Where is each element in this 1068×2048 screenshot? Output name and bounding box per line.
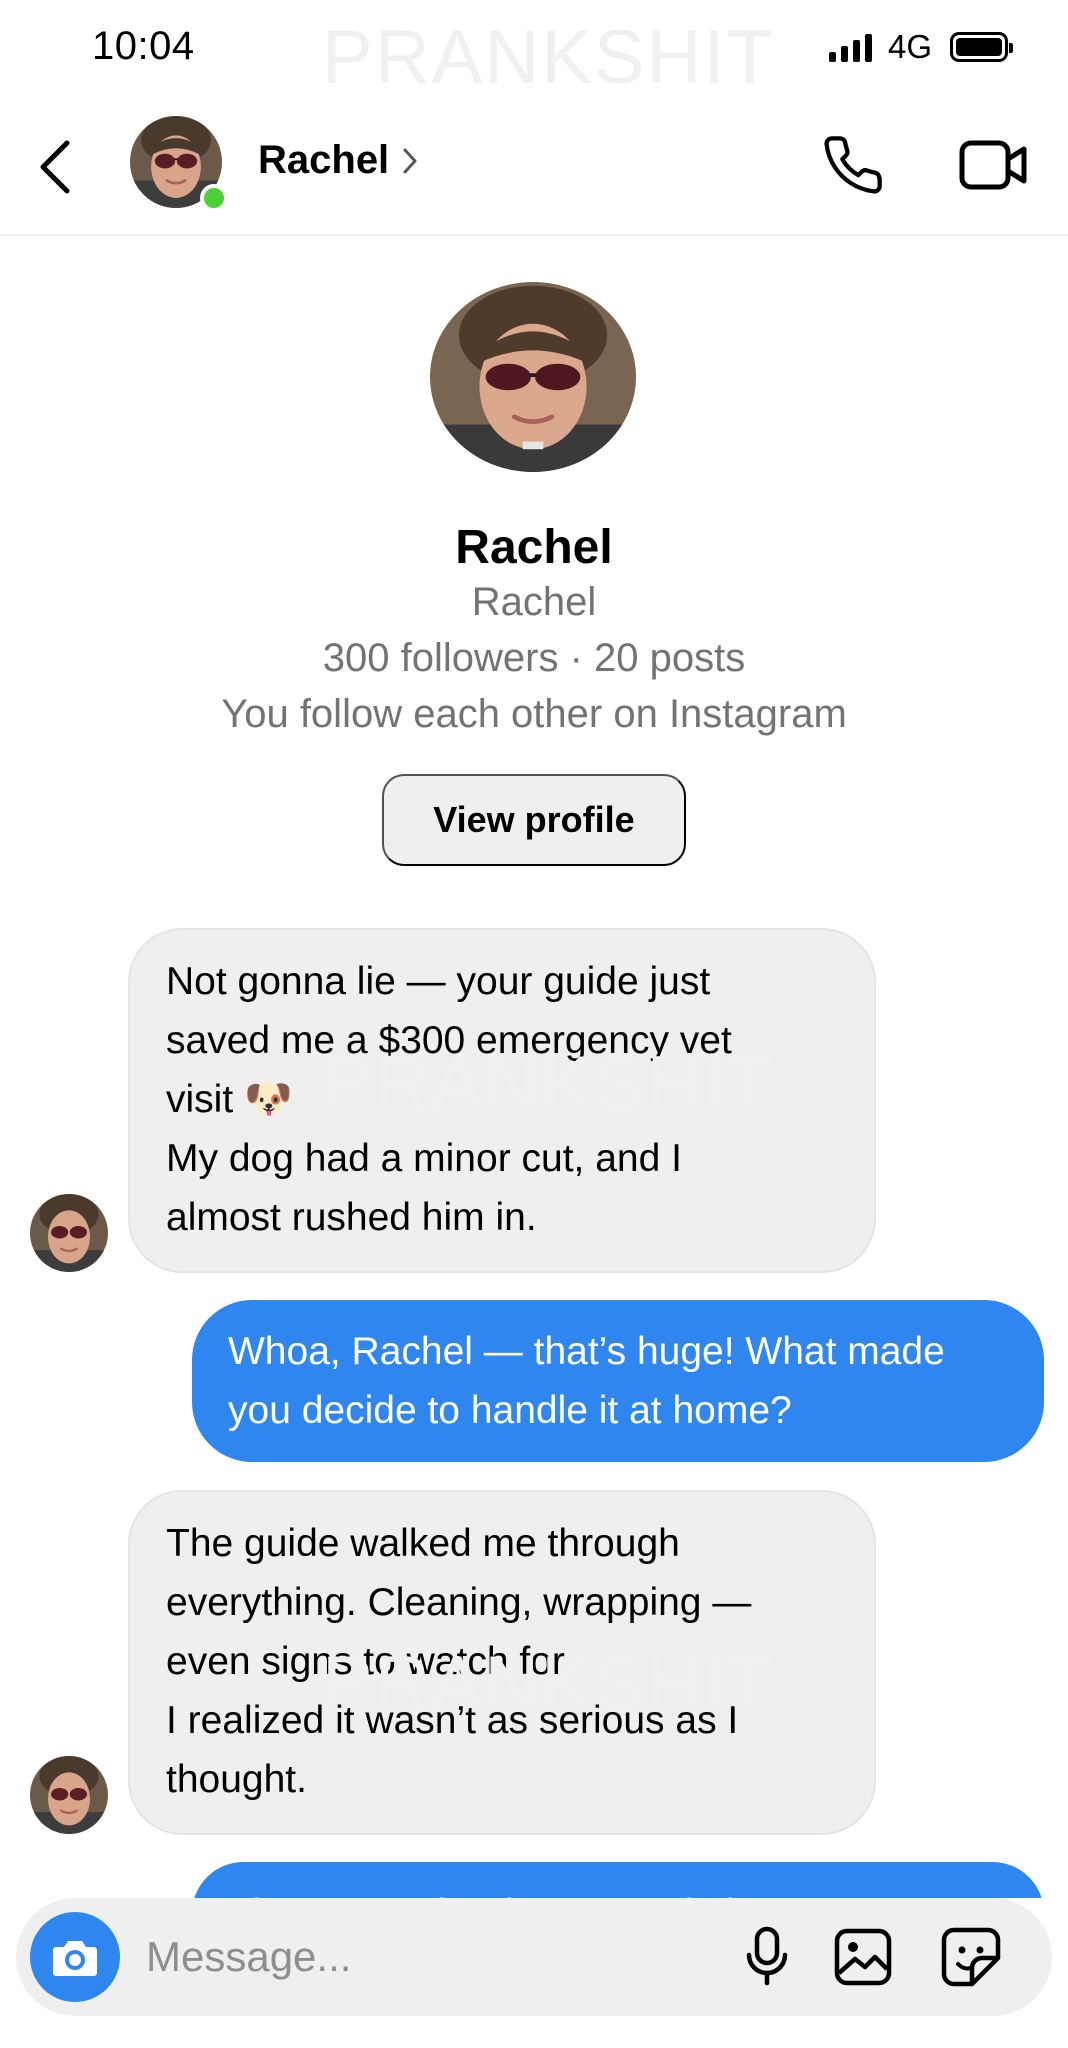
- back-button[interactable]: [30, 132, 80, 202]
- sticker-icon: [941, 1927, 1001, 1987]
- chevron-right-icon: [403, 148, 417, 173]
- profile-avatar[interactable]: [430, 282, 636, 472]
- online-indicator: [200, 184, 228, 212]
- battery-icon: [950, 32, 1013, 62]
- message-line: My dog had a minor cut, and I: [166, 1137, 682, 1180]
- profile-name: Rachel: [455, 521, 613, 574]
- profile-stats: 300 followers · 20 posts: [322, 636, 746, 680]
- message-line: you decide to handle it at home?: [228, 1389, 792, 1432]
- contact-name-link[interactable]: Rachel: [258, 138, 419, 183]
- sender-avatar[interactable]: [30, 1194, 108, 1272]
- message-line: saved me a $300 emergency vet: [166, 1019, 732, 1062]
- status-time: 10:04: [92, 24, 195, 68]
- message-line: I realized it wasn’t as serious as I: [166, 1699, 739, 1742]
- sticker-button[interactable]: [934, 1920, 1008, 1994]
- gallery-button[interactable]: [828, 1922, 898, 1992]
- message-line: visit 🐶: [166, 1078, 293, 1121]
- message-line: The guide walked me through: [166, 1522, 680, 1565]
- network-type: 4G: [887, 28, 932, 65]
- phone-icon: [824, 136, 882, 194]
- avatar: [430, 282, 636, 472]
- message-line: Not gonna lie — your guide just: [166, 960, 711, 1003]
- incoming-message[interactable]: Not gonna lie — your guide just saved me…: [128, 928, 876, 1273]
- outgoing-message[interactable]: Whoa, Rachel — that’s huge! What made yo…: [192, 1300, 1044, 1462]
- microphone-icon: [746, 1926, 788, 1986]
- camera-button[interactable]: [30, 1912, 120, 2002]
- status-indicators: 4G: [828, 28, 1013, 66]
- message-input[interactable]: [146, 1922, 706, 1992]
- header-avatar[interactable]: [130, 116, 228, 212]
- view-profile-button[interactable]: View profile: [382, 774, 686, 866]
- profile-username: Rachel: [471, 580, 597, 624]
- chat-header: Rachel: [0, 100, 1068, 236]
- back-arrow-icon: [40, 140, 70, 194]
- video-call-button[interactable]: [954, 130, 1034, 200]
- voice-message-button[interactable]: [734, 1922, 800, 1992]
- status-bar: 10:04 4G: [0, 0, 1068, 100]
- message-line: thought.: [166, 1758, 307, 1801]
- message-line: even signs to watch for.: [166, 1640, 574, 1683]
- avatar: [30, 1756, 108, 1834]
- message-line: Whoa, Rachel — that’s huge! What made: [228, 1330, 945, 1373]
- profile-mutual-follow: You follow each other on Instagram: [221, 692, 847, 736]
- gallery-icon: [834, 1928, 892, 1986]
- message-line: almost rushed him in.: [166, 1196, 537, 1239]
- audio-call-button[interactable]: [818, 130, 888, 200]
- message-line: everything. Cleaning, wrapping —: [166, 1581, 752, 1624]
- video-camera-icon: [959, 140, 1027, 190]
- signal-icon: [828, 32, 872, 62]
- incoming-message[interactable]: The guide walked me through everything. …: [128, 1490, 876, 1835]
- message-composer: [16, 1898, 1052, 2016]
- camera-icon: [53, 1941, 97, 1976]
- contact-name: Rachel: [258, 138, 390, 182]
- sender-avatar[interactable]: [30, 1756, 108, 1834]
- avatar: [30, 1194, 108, 1272]
